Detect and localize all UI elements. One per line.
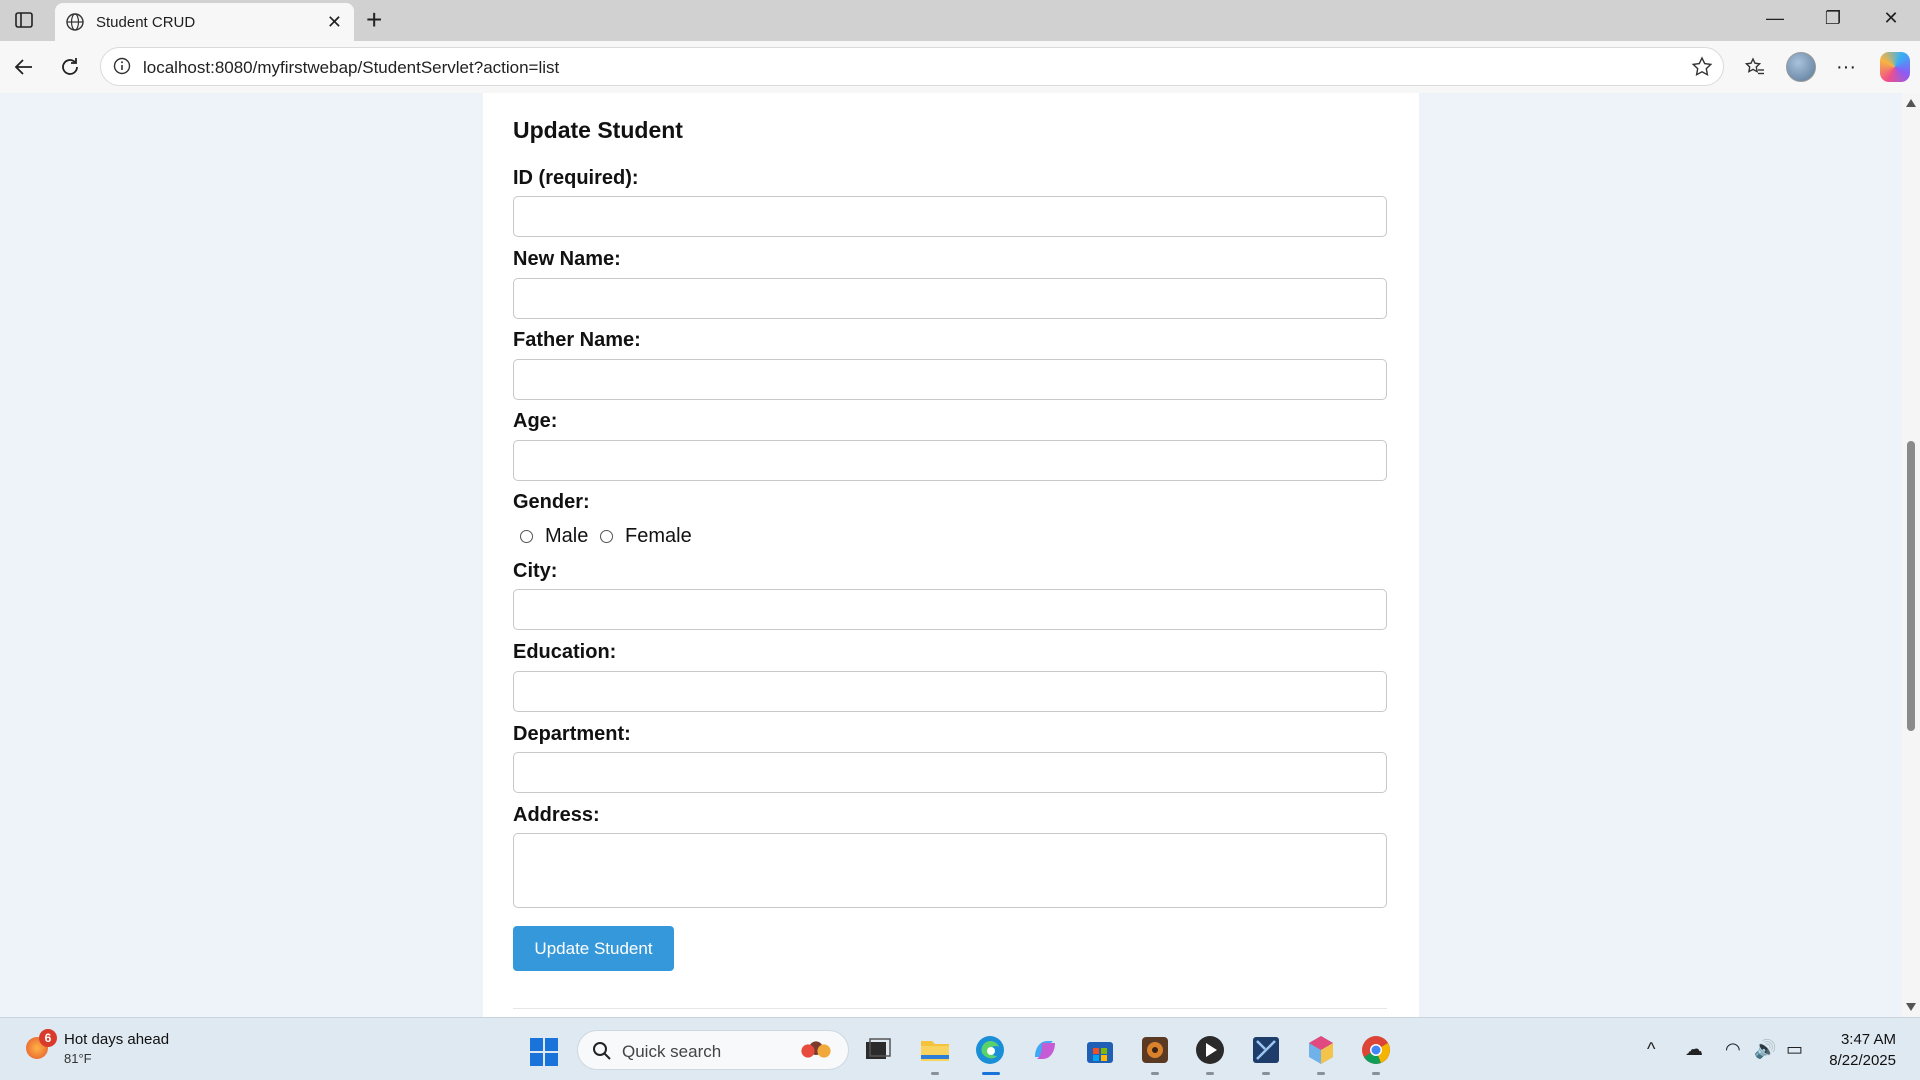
name-input[interactable] (513, 278, 1387, 319)
app-7-icon[interactable] (1249, 1033, 1283, 1067)
taskbar-search[interactable]: Quick search (577, 1030, 849, 1070)
browser-toolbar: localhost:8080/myfirstwebap/StudentServl… (0, 41, 1920, 93)
form-title: Update Student (513, 117, 683, 143)
gender-male-label[interactable]: Male (545, 525, 588, 548)
more-menu-icon[interactable]: ··· (1832, 53, 1860, 81)
clock-time[interactable]: 3:47 AM (1840, 1031, 1896, 1048)
minimize-button[interactable]: — (1760, 8, 1790, 29)
tab-actions-icon[interactable] (14, 10, 34, 30)
search-highlight-icon (796, 1037, 836, 1065)
age-input[interactable] (513, 440, 1387, 481)
file-explorer-icon[interactable] (918, 1033, 952, 1067)
url-text[interactable]: localhost:8080/myfirstwebap/StudentServl… (143, 58, 559, 78)
media-player-icon[interactable] (1193, 1033, 1227, 1067)
department-input[interactable] (513, 752, 1387, 793)
tab-title: Student CRUD (96, 14, 196, 31)
active-indicator (982, 1072, 1000, 1075)
city-label: City: (513, 560, 558, 582)
father-name-label: Father Name: (513, 329, 641, 351)
divider (513, 1008, 1387, 1009)
info-icon[interactable] (113, 57, 131, 75)
address-label: Address: (513, 804, 600, 826)
profile-avatar[interactable] (1786, 52, 1816, 82)
browser-tab[interactable]: Student CRUD ✕ (55, 3, 354, 41)
address-bar[interactable]: localhost:8080/myfirstwebap/StudentServl… (100, 47, 1724, 86)
close-window-button[interactable]: ✕ (1876, 8, 1906, 29)
city-input[interactable] (513, 589, 1387, 630)
wifi-icon[interactable]: ◠ (1725, 1039, 1741, 1060)
tab-bar: Student CRUD ✕ + — ❐ ✕ (0, 0, 1920, 41)
education-input[interactable] (513, 671, 1387, 712)
name-label: New Name: (513, 248, 621, 270)
favorites-icon[interactable] (1741, 53, 1769, 81)
update-student-card: Update Student ID (required): New Name: … (483, 93, 1419, 1017)
department-label: Department: (513, 723, 631, 745)
copilot-taskbar-icon[interactable] (1028, 1033, 1062, 1067)
running-indicator (1262, 1072, 1270, 1075)
weather-badge: 6 (39, 1029, 57, 1047)
page-viewport: Update Student ID (required): New Name: … (0, 93, 1902, 1017)
id-input[interactable] (513, 196, 1387, 237)
taskbar: 6 Hot days ahead 81°F Quick search ^ ☁ ◠… (0, 1017, 1920, 1080)
update-student-button[interactable]: Update Student (513, 926, 674, 971)
new-tab-button[interactable]: + (366, 6, 382, 34)
edge-icon[interactable] (973, 1033, 1007, 1067)
gender-female-label[interactable]: Female (625, 525, 692, 548)
weather-temp[interactable]: 81°F (64, 1051, 92, 1066)
clock-date[interactable]: 8/22/2025 (1818, 1052, 1896, 1069)
task-view-icon[interactable] (861, 1033, 895, 1067)
volume-icon[interactable]: 🔊 (1754, 1039, 1776, 1060)
restore-button[interactable]: ❐ (1818, 8, 1848, 29)
chrome-icon[interactable] (1359, 1033, 1393, 1067)
gender-male-radio[interactable] (520, 530, 533, 543)
gender-label: Gender: (513, 491, 590, 513)
close-tab-icon[interactable]: ✕ (327, 13, 342, 31)
search-icon (592, 1041, 612, 1061)
microsoft-store-icon[interactable] (1083, 1033, 1117, 1067)
running-indicator (931, 1072, 939, 1075)
scroll-thumb[interactable] (1907, 441, 1915, 731)
refresh-icon[interactable] (56, 53, 84, 81)
copilot-icon[interactable] (1880, 52, 1910, 82)
running-indicator (1317, 1072, 1325, 1075)
back-icon[interactable] (10, 53, 38, 81)
education-label: Education: (513, 641, 617, 663)
search-placeholder: Quick search (622, 1042, 722, 1061)
running-indicator (1151, 1072, 1159, 1075)
app-8-icon[interactable] (1304, 1033, 1338, 1067)
age-label: Age: (513, 410, 558, 432)
battery-icon[interactable]: ▭ (1786, 1039, 1803, 1060)
favorite-star-icon[interactable] (1691, 56, 1713, 78)
running-indicator (1372, 1072, 1380, 1075)
father-name-input[interactable] (513, 359, 1387, 400)
gender-female-radio[interactable] (600, 530, 613, 543)
chevron-up-icon[interactable]: ^ (1647, 1039, 1655, 1060)
globe-icon (65, 12, 85, 32)
weather-title[interactable]: Hot days ahead (64, 1031, 169, 1048)
windows-start-icon[interactable] (529, 1037, 559, 1067)
scroll-up-arrow-icon[interactable] (1906, 99, 1916, 107)
running-indicator (1206, 1072, 1214, 1075)
app-5-icon[interactable] (1138, 1033, 1172, 1067)
page-scrollbar[interactable] (1902, 93, 1920, 1017)
onedrive-icon[interactable]: ☁ (1685, 1039, 1703, 1060)
address-textarea[interactable] (513, 833, 1387, 908)
scroll-down-arrow-icon[interactable] (1906, 1003, 1916, 1011)
id-label: ID (required): (513, 167, 639, 189)
